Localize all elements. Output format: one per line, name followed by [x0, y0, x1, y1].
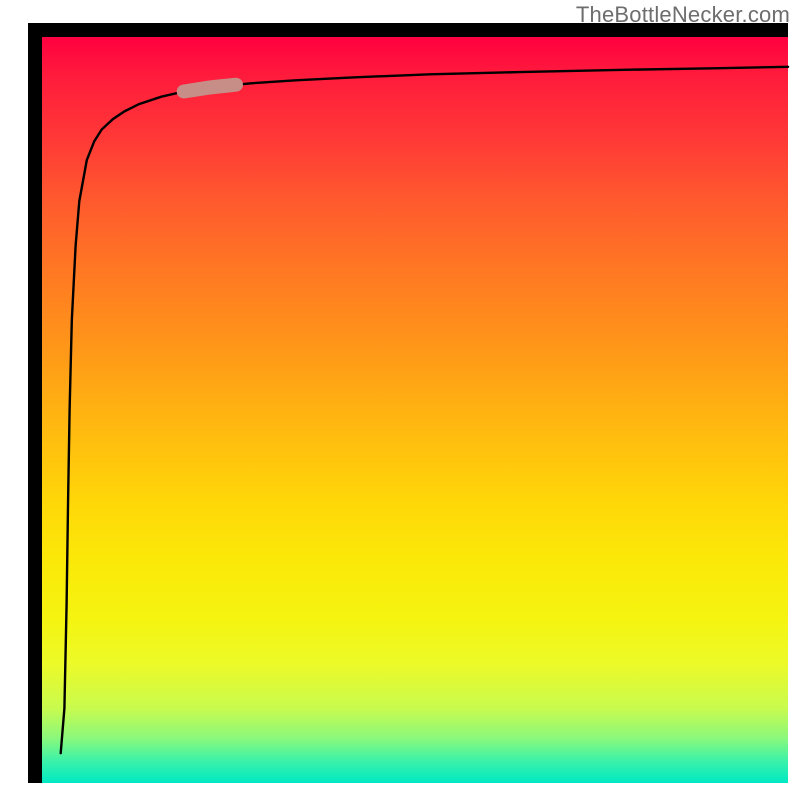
curve-marker: [184, 85, 236, 92]
curve-layer: [42, 37, 788, 783]
bottleneck-curve: [61, 67, 788, 753]
watermark-text: TheBottleNecker.com: [576, 2, 790, 28]
chart-stage: TheBottleNecker.com: [0, 0, 800, 800]
